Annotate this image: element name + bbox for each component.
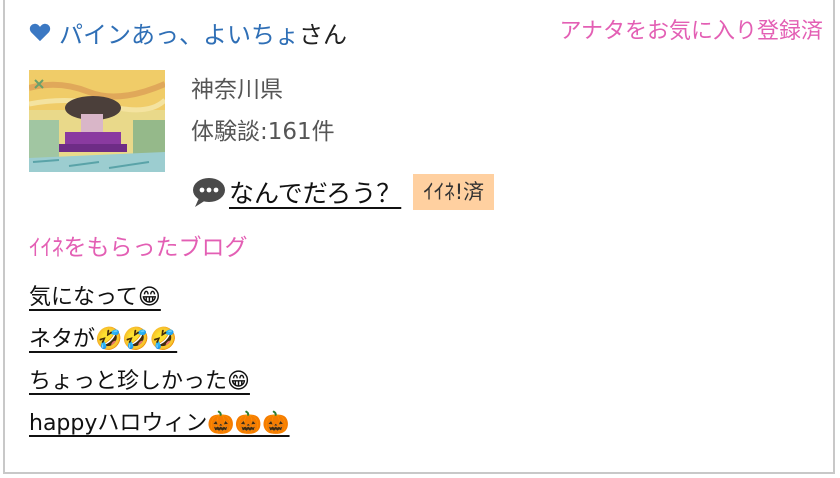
- posts-count: 体験談:161件: [191, 119, 335, 145]
- blog-link[interactable]: happyハロウィン🎃🎃🎃: [29, 411, 290, 436]
- latest-post-link[interactable]: なんでだろう？: [229, 174, 401, 210]
- user-header: パインあっ、よいちょ さん: [29, 14, 347, 50]
- avatar[interactable]: [29, 70, 165, 172]
- heart-icon: [29, 23, 51, 42]
- user-name-link[interactable]: パインあっ、よいちょ: [59, 15, 299, 50]
- list-item: ネタが🤣🤣🤣: [29, 320, 290, 362]
- blog-link[interactable]: ちょっと珍しかった😁: [29, 369, 250, 394]
- blog-link[interactable]: 気になって😁: [29, 285, 161, 310]
- iine-badge[interactable]: ｲｲﾈ!済: [413, 174, 495, 210]
- blog-link[interactable]: ネタが🤣🤣🤣: [29, 327, 177, 352]
- list-item: happyハロウィン🎃🎃🎃: [29, 404, 290, 446]
- latest-post-row: なんでだろう？ ｲｲﾈ!済: [191, 172, 495, 212]
- profile-card: パインあっ、よいちょ さん アナタをお気に入り登録済 神奈川県 体験談:161件: [3, 0, 835, 474]
- region: 神奈川県: [191, 77, 283, 103]
- list-item: 気になって😁: [29, 278, 290, 320]
- honorific: さん: [299, 20, 347, 49]
- avatar-drawing: [29, 70, 165, 172]
- speech-bubble-icon: [193, 178, 225, 207]
- liked-blogs-title: ｲｲﾈをもらったブログ: [29, 235, 248, 261]
- list-item: ちょっと珍しかった😁: [29, 362, 290, 404]
- favorite-status: アナタをお気に入り登録済: [559, 19, 823, 44]
- liked-blogs-list: 気になって😁 ネタが🤣🤣🤣 ちょっと珍しかった😁 happyハロウィン🎃🎃🎃: [29, 278, 290, 446]
